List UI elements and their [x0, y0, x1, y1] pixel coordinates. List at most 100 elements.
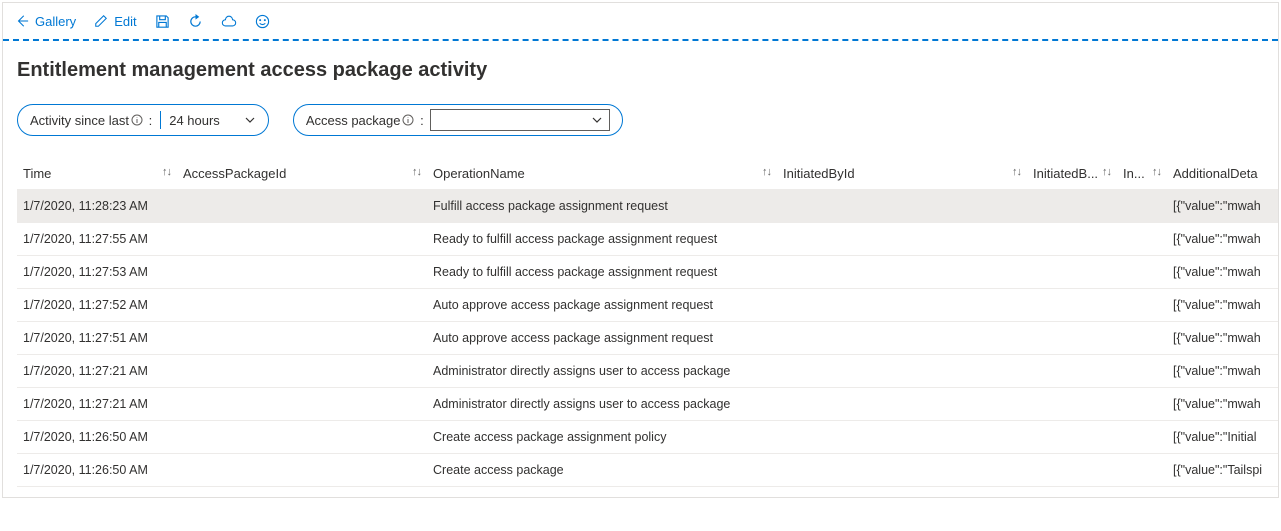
- cell-in: [1117, 355, 1167, 388]
- page-title: Entitlement management access package ac…: [3, 41, 1278, 86]
- filters-row: Activity since last : 24 hours Access pa…: [3, 86, 1278, 144]
- col-operation[interactable]: OperationName↑↓: [427, 158, 777, 190]
- pencil-icon: [94, 14, 108, 28]
- header-row: Time↑↓ AccessPackageId↑↓ OperationName↑↓…: [17, 158, 1279, 190]
- cell-operation: Auto approve access package assignment r…: [427, 289, 777, 322]
- edit-button[interactable]: Edit: [94, 14, 136, 29]
- cell-add: [{"value":"mwah: [1167, 190, 1279, 223]
- feedback-button[interactable]: [255, 14, 270, 29]
- cell-time: 1/7/2020, 11:28:23 AM: [17, 190, 177, 223]
- cell-package: [177, 421, 427, 454]
- cell-time: 1/7/2020, 11:27:52 AM: [17, 289, 177, 322]
- cell-in: [1117, 190, 1167, 223]
- table-wrap: Time↑↓ AccessPackageId↑↓ OperationName↑↓…: [3, 144, 1278, 497]
- cell-add: [{"value":"mwah: [1167, 223, 1279, 256]
- cell-in: [1117, 322, 1167, 355]
- activity-filter: Activity since last : 24 hours: [17, 104, 269, 136]
- cell-init_id: [777, 388, 1027, 421]
- cell-add: [{"value":"mwah: [1167, 322, 1279, 355]
- table-row[interactable]: 1/7/2020, 11:27:55 AM Ready to fulfill ac…: [17, 223, 1279, 256]
- cell-in: [1117, 223, 1167, 256]
- cell-init_b: [1027, 355, 1117, 388]
- chevron-down-icon: [591, 114, 603, 126]
- table-row[interactable]: 1/7/2020, 11:27:51 AM Auto approve access…: [17, 322, 1279, 355]
- activity-filter-select[interactable]: 24 hours: [169, 113, 256, 128]
- cell-init_b: [1027, 256, 1117, 289]
- back-arrow-icon: [15, 14, 29, 28]
- workbook-container: Gallery Edit Entitlement management acce…: [2, 2, 1279, 498]
- cell-operation: Administrator directly assigns user to a…: [427, 355, 777, 388]
- table-row[interactable]: 1/7/2020, 11:28:23 AM Fulfill access pack…: [17, 190, 1279, 223]
- cell-package: [177, 190, 427, 223]
- cell-operation: Ready to fulfill access package assignme…: [427, 223, 777, 256]
- sort-icon: ↑↓: [1152, 166, 1161, 178]
- cell-time: 1/7/2020, 11:27:51 AM: [17, 322, 177, 355]
- cell-package: [177, 322, 427, 355]
- info-icon[interactable]: [402, 114, 414, 126]
- cell-init_id: [777, 223, 1027, 256]
- cell-package: [177, 388, 427, 421]
- col-initiated-id[interactable]: InitiatedById↑↓: [777, 158, 1027, 190]
- table-row[interactable]: 1/7/2020, 11:26:50 AM Create access packa…: [17, 454, 1279, 487]
- refresh-icon: [188, 14, 203, 29]
- cell-in: [1117, 289, 1167, 322]
- cell-add: [{"value":"mwah: [1167, 388, 1279, 421]
- gallery-button[interactable]: Gallery: [15, 14, 76, 29]
- chevron-down-icon: [244, 114, 256, 126]
- col-time[interactable]: Time↑↓: [17, 158, 177, 190]
- cell-operation: Create access package: [427, 454, 777, 487]
- cloud-icon: [221, 14, 237, 29]
- table-row[interactable]: 1/7/2020, 11:27:21 AMAdministrator direc…: [17, 388, 1279, 421]
- cell-operation: Fulfill access package assignment reques…: [427, 190, 777, 223]
- cell-init_b: [1027, 454, 1117, 487]
- col-initiated-b[interactable]: InitiatedB...↑↓: [1027, 158, 1117, 190]
- col-package[interactable]: AccessPackageId↑↓: [177, 158, 427, 190]
- cell-in: [1117, 421, 1167, 454]
- table-row[interactable]: 1/7/2020, 11:27:53 AMReady to fulfill ac…: [17, 256, 1279, 289]
- package-filter-select[interactable]: [430, 109, 610, 131]
- cell-package: [177, 454, 427, 487]
- cloud-button[interactable]: [221, 14, 237, 29]
- table-row[interactable]: 1/7/2020, 11:27:52 AM Auto approve access…: [17, 289, 1279, 322]
- pill-divider: [160, 111, 161, 129]
- sort-icon: ↑↓: [412, 166, 421, 178]
- cell-init_b: [1027, 289, 1117, 322]
- cell-time: 1/7/2020, 11:26:50 AM: [17, 454, 177, 487]
- cell-in: [1117, 388, 1167, 421]
- cell-init_id: [777, 421, 1027, 454]
- table-row[interactable]: 1/7/2020, 11:27:21 AMAdministrator direc…: [17, 355, 1279, 388]
- cell-package: [177, 289, 427, 322]
- sort-icon: ↑↓: [1012, 166, 1021, 178]
- cell-init_id: [777, 322, 1027, 355]
- activity-filter-label: Activity since last: [30, 113, 129, 128]
- cell-init_id: [777, 454, 1027, 487]
- table-row[interactable]: 1/7/2020, 11:26:50 AMCreate access packa…: [17, 421, 1279, 454]
- cell-init_id: [777, 355, 1027, 388]
- sort-icon: ↑↓: [1102, 166, 1111, 178]
- cell-operation: Auto approve access package assignment r…: [427, 322, 777, 355]
- cell-add: [{"value":"mwah: [1167, 256, 1279, 289]
- cell-init_b: [1027, 322, 1117, 355]
- save-button[interactable]: [155, 14, 170, 29]
- cell-in: [1117, 454, 1167, 487]
- cell-init_id: [777, 190, 1027, 223]
- cell-add: [{"value":"Tailspi: [1167, 454, 1279, 487]
- smiley-icon: [255, 14, 270, 29]
- cell-in: [1117, 256, 1167, 289]
- refresh-button[interactable]: [188, 14, 203, 29]
- cell-init_id: [777, 256, 1027, 289]
- cell-operation: Ready to fulfill access package assignme…: [427, 256, 777, 289]
- cell-init_b: [1027, 421, 1117, 454]
- cell-operation: Create access package assignment policy: [427, 421, 777, 454]
- col-in[interactable]: In...↑↓: [1117, 158, 1167, 190]
- cell-time: 1/7/2020, 11:27:55 AM: [17, 223, 177, 256]
- cell-add: [{"value":"mwah: [1167, 289, 1279, 322]
- cell-add: [{"value":"Initial: [1167, 421, 1279, 454]
- cell-init_b: [1027, 190, 1117, 223]
- cell-add: [{"value":"mwah: [1167, 355, 1279, 388]
- cell-package: [177, 355, 427, 388]
- info-icon[interactable]: [131, 114, 143, 126]
- cell-operation: Administrator directly assigns user to a…: [427, 388, 777, 421]
- sort-icon: ↑↓: [162, 166, 171, 178]
- col-additional[interactable]: AdditionalDeta: [1167, 158, 1279, 190]
